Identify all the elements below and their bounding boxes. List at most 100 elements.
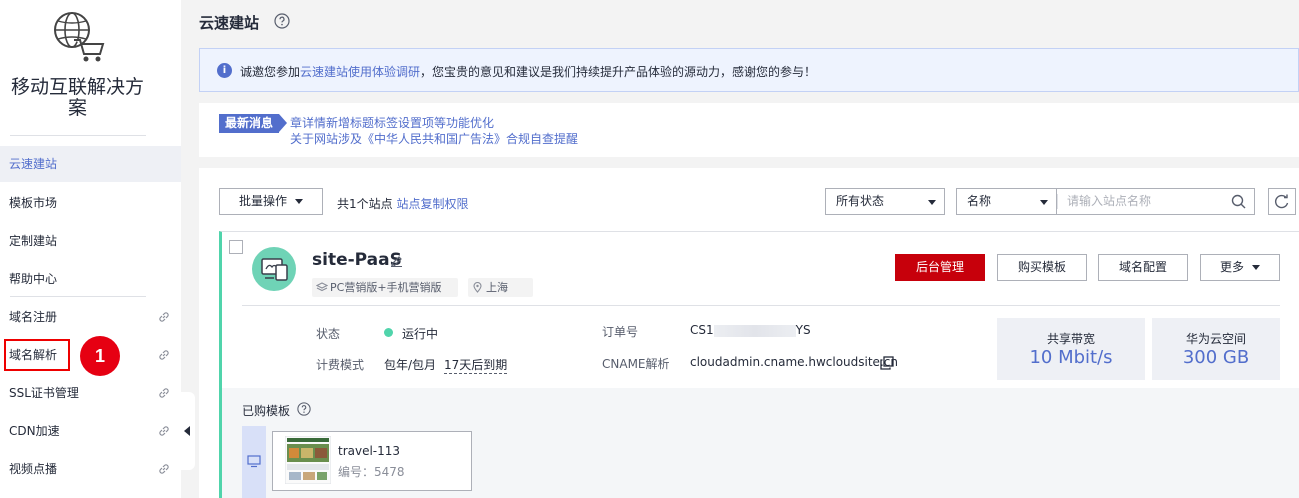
field-select[interactable]: 名称 (956, 188, 1057, 215)
notice-prefix: 诚邀您参加 (240, 65, 301, 79)
news-bar: 最新消息 章详情新增标题标签设置项等功能优化 关于网站涉及《中华人民共和国广告法… (199, 103, 1299, 157)
survey-link[interactable]: 云速建站使用体验调研 (300, 65, 420, 79)
location-icon (473, 282, 482, 293)
step-badge: 1 (80, 336, 120, 376)
sidebar-item-label: SSL证书管理 (9, 386, 79, 400)
domain-config-button[interactable]: 域名配置 (1098, 254, 1188, 281)
sidebar-item-label: 定制建站 (9, 234, 58, 248)
site-device-icon (261, 258, 288, 281)
order-number: CS1 YS (690, 323, 811, 337)
help-icon[interactable] (297, 402, 311, 416)
template-name: travel-113 (338, 444, 401, 458)
news-link-2[interactable]: 关于网站涉及《中华人民共和国广告法》合规自查提醒 (290, 130, 578, 147)
link-icon (159, 312, 169, 322)
device-tab[interactable] (242, 426, 266, 498)
link-icon (159, 426, 169, 436)
more-label: 更多 (1219, 260, 1244, 274)
site-count-text: 共1个站点 (337, 197, 393, 211)
region-text: 上海 (486, 281, 508, 294)
divider (242, 305, 1280, 306)
divider (10, 135, 146, 136)
divider (1057, 194, 1058, 209)
batch-operation-label: 批量操作 (238, 194, 287, 208)
copy-icon[interactable] (880, 356, 894, 370)
copy-permission-link[interactable]: 站点复制权限 (396, 197, 468, 211)
order-label: 订单号 (602, 325, 639, 339)
site-name: site-PaaS (312, 250, 402, 270)
sidebar: 移动互联解决方案 云速建站 模板市场 定制建站 帮助中心 域名注册 域名解析 S… (0, 0, 181, 498)
order-prefix: CS1 (690, 323, 714, 337)
sidebar-item-label: 视频点播 (9, 462, 58, 476)
template-code: 编号：5478 (338, 465, 405, 479)
news-tag: 最新消息 (219, 114, 288, 133)
status-running-icon (384, 328, 393, 337)
page-title: 云速建站 (199, 14, 260, 32)
sidebar-item-label: 域名注册 (9, 310, 58, 324)
site-checkbox[interactable] (229, 240, 243, 254)
field-select-value: 名称 (967, 194, 992, 208)
sidebar-item-cdn[interactable]: CDN加速 (0, 413, 181, 449)
status-value: 运行中 (402, 327, 439, 341)
more-button[interactable]: 更多 (1200, 254, 1280, 281)
billing-value: 包年/包月 (384, 358, 437, 372)
cname-value: cloudadmin.cname.hwcloudsite.cn (690, 355, 898, 369)
sidebar-item-domain-register[interactable]: 域名注册 (0, 299, 181, 335)
sidebar-item-label: 模板市场 (9, 196, 58, 210)
chevron-down-icon (295, 199, 303, 204)
status-select[interactable]: 所有状态 (825, 188, 945, 215)
billing-label: 计费模式 (316, 358, 365, 372)
link-icon (159, 388, 169, 398)
help-icon[interactable] (274, 13, 290, 29)
search-input[interactable]: 请输入站点名称 (1057, 188, 1255, 215)
refresh-button[interactable] (1268, 188, 1296, 215)
region-tag: 上海 (468, 278, 533, 297)
bandwidth-label: 共享带宽 (1046, 332, 1095, 346)
buy-template-button[interactable]: 购买模板 (997, 254, 1087, 281)
search-placeholder: 请输入站点名称 (1067, 194, 1152, 208)
survey-notice: i 诚邀您参加云速建站使用体验调研，您宝贵的意见和建议是我们持续提升产品体验的源… (199, 48, 1299, 92)
site-count: 共1个站点 站点复制权限 (337, 195, 468, 212)
link-icon (159, 464, 169, 474)
sidebar-title: 移动互联解决方案 (10, 76, 144, 119)
chevron-down-icon (928, 200, 936, 205)
news-link-1[interactable]: 章详情新增标题标签设置项等功能优化 (290, 114, 494, 131)
layers-icon (316, 282, 328, 292)
collapse-arrow-icon (184, 426, 190, 436)
sidebar-item-label: 帮助中心 (9, 272, 58, 286)
cname-label: CNAME解析 (602, 357, 670, 371)
sidebar-item-template-market[interactable]: 模板市场 (0, 185, 181, 221)
batch-operation-button[interactable]: 批量操作 (219, 188, 323, 215)
sidebar-item-vod[interactable]: 视频点播 (0, 451, 181, 487)
edit-icon[interactable] (390, 254, 403, 267)
template-thumbnail (285, 436, 331, 484)
edition-tag: PC营销版+手机营销版 (312, 278, 458, 297)
templates-title: 已购模板 (242, 404, 291, 418)
expire-value[interactable]: 17天后到期 (444, 356, 508, 374)
sidebar-item-ssl[interactable]: SSL证书管理 (0, 375, 181, 411)
divider (10, 296, 146, 297)
sidebar-item-cloud-site[interactable]: 云速建站 (0, 146, 181, 182)
site-avatar (252, 247, 296, 291)
storage-card: 华为云空间 300 GB (1152, 318, 1280, 380)
bandwidth-card: 共享带宽 10 Mbit/s (997, 318, 1145, 380)
search-icon[interactable] (1231, 194, 1246, 209)
chevron-down-icon (1040, 200, 1048, 205)
highlight-box (4, 339, 70, 371)
sidebar-item-label: 云速建站 (9, 157, 58, 171)
sidebar-collapse-handle[interactable] (181, 392, 195, 470)
admin-button[interactable]: 后台管理 (895, 254, 985, 281)
status-select-value: 所有状态 (836, 194, 885, 208)
storage-label: 华为云空间 (1185, 332, 1246, 346)
link-icon (159, 350, 169, 360)
order-mask (713, 324, 796, 337)
notice-suffix: ，您宝贵的意见和建议是我们持续提升产品体验的源动力，感谢您的参与！ (420, 65, 817, 79)
storage-value: 300 GB (1182, 347, 1250, 368)
order-suffix: YS (795, 323, 811, 337)
monitor-icon (247, 455, 261, 468)
bandwidth-value: 10 Mbit/s (1029, 347, 1113, 368)
globe-cart-icon (44, 6, 106, 66)
info-icon: i (217, 63, 232, 78)
sidebar-item-help-center[interactable]: 帮助中心 (0, 261, 181, 297)
chevron-down-icon (1252, 265, 1260, 270)
sidebar-item-custom-site[interactable]: 定制建站 (0, 223, 181, 259)
